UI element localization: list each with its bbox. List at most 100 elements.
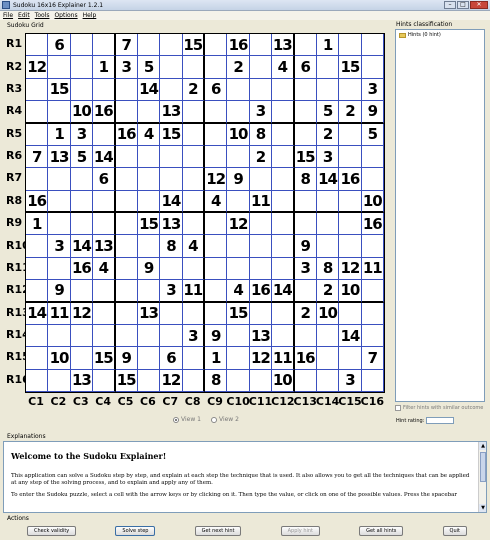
grid-cell[interactable]: 12 (26, 56, 49, 79)
grid-cell[interactable] (227, 235, 250, 258)
grid-cell[interactable]: 14 (93, 145, 116, 169)
grid-cell[interactable]: 11 (249, 190, 273, 213)
grid-cell[interactable]: 14 (137, 78, 161, 102)
grid-cell[interactable] (93, 324, 116, 348)
grid-cell[interactable]: 6 (160, 347, 183, 370)
grid-cell[interactable]: 15 (137, 213, 161, 236)
grid-cell[interactable] (70, 213, 94, 236)
grid-cell[interactable]: 1 (26, 213, 49, 236)
grid-cell[interactable] (137, 34, 161, 57)
grid-cell[interactable] (227, 347, 250, 370)
grid-cell[interactable] (361, 168, 384, 191)
grid-cell[interactable]: 1 (48, 123, 71, 146)
grid-cell[interactable] (272, 145, 295, 169)
grid-cell[interactable] (93, 78, 116, 102)
grid-cell[interactable] (294, 123, 317, 146)
grid-cell[interactable]: 15 (294, 145, 317, 169)
grid-cell[interactable]: 14 (70, 235, 94, 258)
grid-cell[interactable] (316, 235, 340, 258)
view-1-radio[interactable]: View 1 (173, 416, 201, 423)
grid-cell[interactable] (70, 168, 94, 191)
grid-cell[interactable] (227, 257, 250, 281)
grid-cell[interactable]: 9 (115, 347, 138, 370)
grid-cell[interactable]: 10 (339, 280, 362, 303)
grid-cell[interactable]: 11 (361, 257, 384, 281)
grid-cell[interactable] (294, 101, 317, 124)
grid-cell[interactable] (205, 280, 228, 303)
grid-cell[interactable] (93, 369, 116, 392)
grid-cell[interactable] (249, 56, 273, 79)
grid-cell[interactable]: 2 (249, 145, 273, 169)
menu-tools[interactable]: Tools (35, 12, 50, 19)
grid-cell[interactable] (26, 347, 49, 370)
grid-cell[interactable]: 13 (160, 101, 183, 124)
grid-cell[interactable]: 12 (227, 213, 250, 236)
filter-hints-row[interactable]: Filter hints with similar outcome (395, 405, 483, 411)
grid-cell[interactable]: 6 (294, 56, 317, 79)
grid-cell[interactable] (249, 168, 273, 191)
grid-cell[interactable] (361, 324, 384, 348)
grid-cell[interactable]: 4 (182, 235, 205, 258)
grid-cell[interactable] (205, 123, 228, 146)
grid-cell[interactable] (70, 56, 94, 79)
grid-cell[interactable] (205, 235, 228, 258)
grid-cell[interactable] (316, 369, 340, 392)
grid-cell[interactable]: 13 (272, 34, 295, 57)
grid-cell[interactable] (272, 190, 295, 213)
grid-cell[interactable]: 12 (339, 257, 362, 281)
grid-cell[interactable] (160, 78, 183, 102)
grid-cell[interactable] (205, 257, 228, 281)
grid-cell[interactable]: 8 (294, 168, 317, 191)
grid-cell[interactable] (160, 56, 183, 79)
grid-cell[interactable]: 9 (294, 235, 317, 258)
grid-cell[interactable]: 14 (339, 324, 362, 348)
grid-cell[interactable] (115, 302, 138, 325)
grid-cell[interactable] (205, 56, 228, 79)
grid-cell[interactable]: 16 (294, 347, 317, 370)
grid-cell[interactable] (316, 324, 340, 348)
grid-cell[interactable]: 16 (115, 123, 138, 146)
grid-cell[interactable] (115, 235, 138, 258)
scroll-up-icon[interactable]: ▲ (479, 442, 486, 450)
grid-cell[interactable] (272, 257, 295, 281)
sudoku-grid[interactable]: 6 7 15 16 13 1 12 1 3 5 2 4 6 15 15 14 2 6 3 10 16 13 3 5 2 9 1 3 16… (25, 33, 385, 393)
grid-cell[interactable] (294, 280, 317, 303)
grid-cell[interactable]: 4 (205, 190, 228, 213)
grid-cell[interactable]: 16 (227, 34, 250, 57)
maximize-button[interactable]: □ (457, 1, 469, 9)
grid-cell[interactable]: 12 (160, 369, 183, 392)
grid-cell[interactable]: 15 (93, 347, 116, 370)
grid-cell[interactable]: 16 (339, 168, 362, 191)
menu-file[interactable]: File (3, 12, 13, 19)
grid-cell[interactable]: 16 (93, 101, 116, 124)
grid-cell[interactable] (48, 190, 71, 213)
grid-cell[interactable]: 7 (26, 145, 49, 169)
grid-cell[interactable] (294, 34, 317, 57)
grid-cell[interactable] (272, 324, 295, 348)
grid-cell[interactable] (160, 324, 183, 348)
grid-cell[interactable] (205, 302, 228, 325)
grid-cell[interactable] (227, 190, 250, 213)
grid-cell[interactable]: 13 (160, 213, 183, 236)
grid-cell[interactable] (48, 324, 71, 348)
grid-cell[interactable]: 9 (137, 257, 161, 281)
grid-cell[interactable]: 13 (93, 235, 116, 258)
grid-cell[interactable] (26, 168, 49, 191)
grid-cell[interactable] (339, 235, 362, 258)
grid-cell[interactable]: 16 (70, 257, 94, 281)
grid-cell[interactable] (26, 78, 49, 102)
grid-cell[interactable]: 2 (339, 101, 362, 124)
grid-cell[interactable] (115, 145, 138, 169)
grid-cell[interactable]: 3 (294, 257, 317, 281)
grid-cell[interactable] (361, 56, 384, 79)
grid-cell[interactable] (93, 123, 116, 146)
grid-cell[interactable]: 12 (70, 302, 94, 325)
grid-cell[interactable]: 9 (48, 280, 71, 303)
grid-cell[interactable]: 6 (48, 34, 71, 57)
grid-cell[interactable]: 2 (182, 78, 205, 102)
grid-cell[interactable]: 11 (48, 302, 71, 325)
grid-cell[interactable] (115, 257, 138, 281)
grid-cell[interactable]: 3 (361, 78, 384, 102)
grid-cell[interactable]: 3 (249, 101, 273, 124)
grid-cell[interactable] (115, 280, 138, 303)
